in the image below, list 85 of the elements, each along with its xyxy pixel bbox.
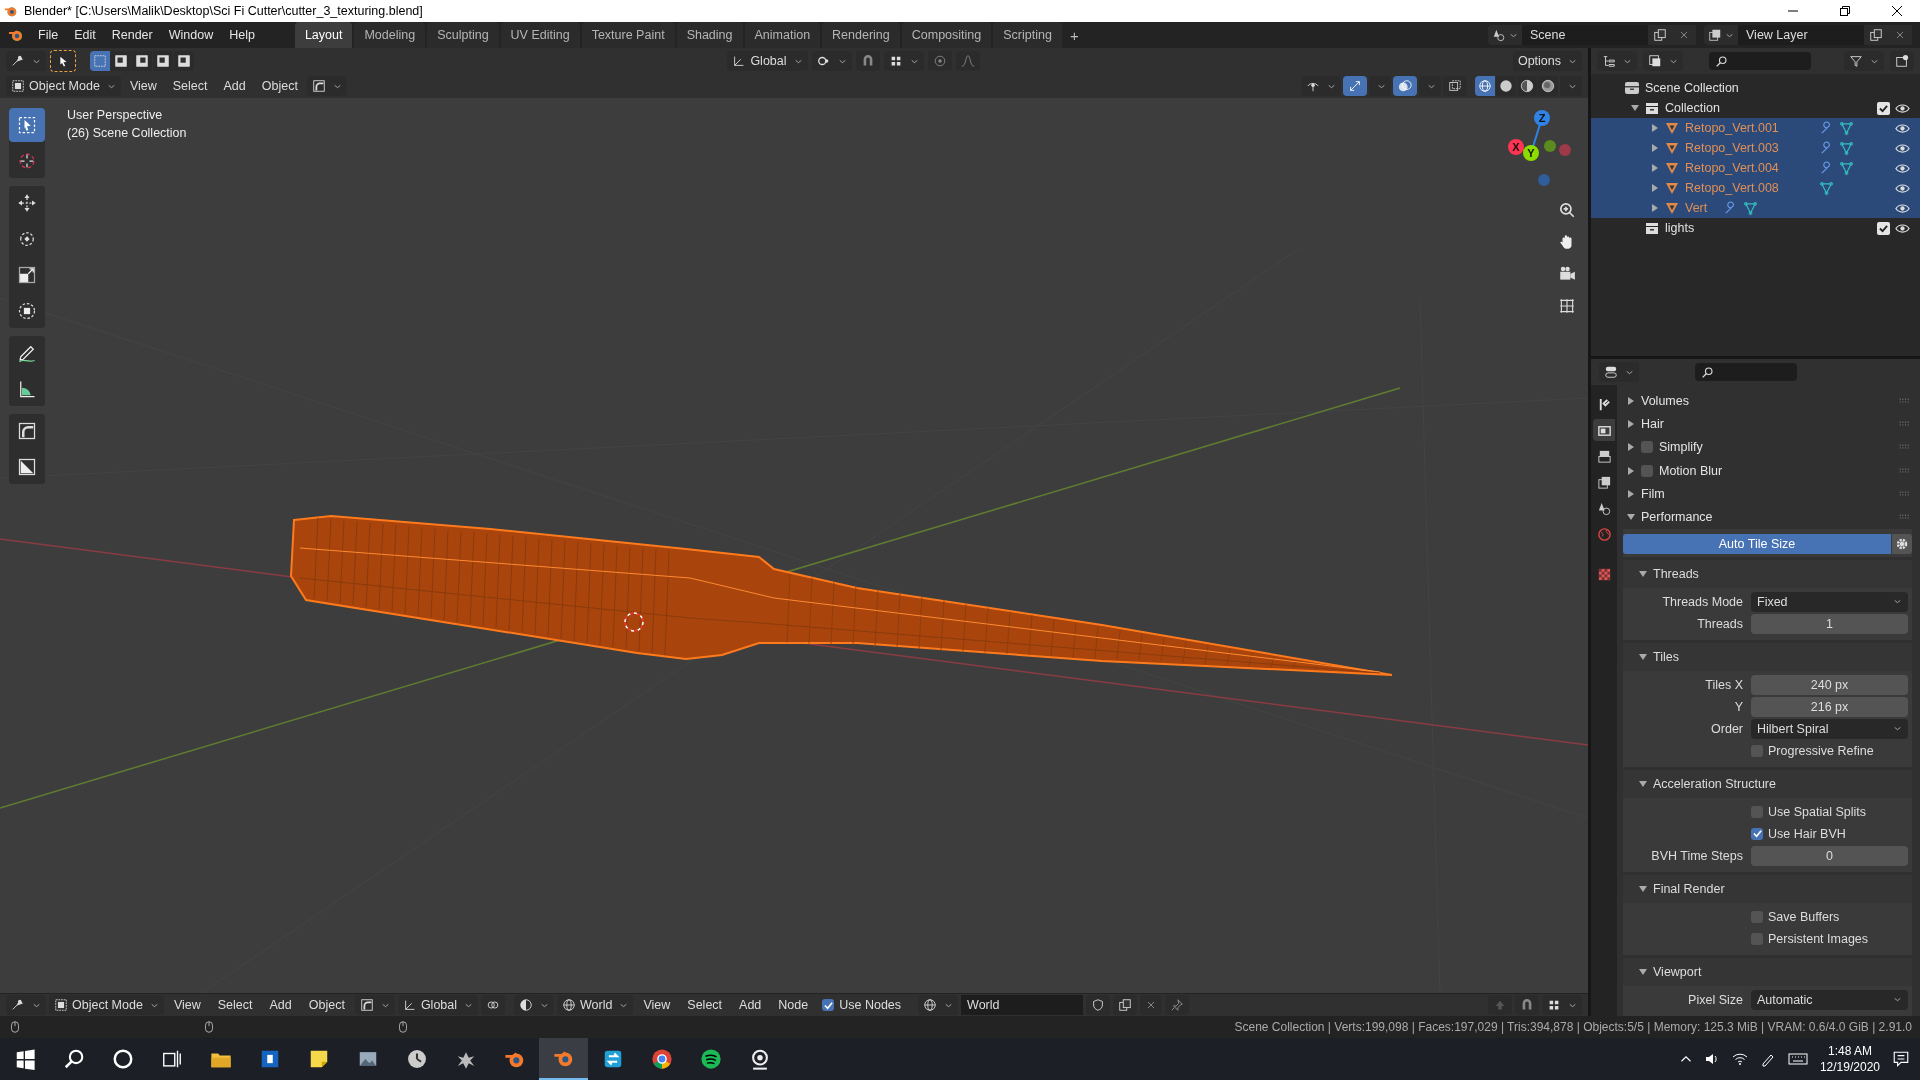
menu-item[interactable]: View (122, 76, 164, 96)
menu-item[interactable]: Node (771, 995, 816, 1015)
menu-item[interactable]: Select (680, 995, 730, 1015)
view-layer-field[interactable]: View Layer (1738, 25, 1864, 45)
number-field[interactable]: 216 px (1751, 696, 1908, 717)
number-field[interactable]: 240 px (1751, 674, 1908, 695)
subpanel-title[interactable]: Viewport (1653, 964, 1702, 979)
menu-item[interactable]: Window (160, 24, 222, 46)
panel-title[interactable]: Simplify (1659, 440, 1703, 455)
workspace-tab[interactable]: Animation (744, 22, 821, 48)
navigation-gizmo[interactable]: Z X Y (1508, 110, 1571, 186)
panel-title[interactable]: Performance (1641, 510, 1713, 525)
date-text: 12/19/2020 (1819, 1059, 1880, 1075)
menu-item[interactable]: Add (732, 995, 769, 1015)
status-text: Scene Collection | Verts:199,098 | Faces:197,029 | Tris:394,878 | Objects:5/5 | Memory: 125.3 MiB | VRAM: 0.6/4.0 GiB | 2.91.0 (1234, 1020, 1912, 1034)
outliner-item-label[interactable]: Collection (1665, 101, 1720, 115)
field-label: Threads Mode (1661, 594, 1744, 609)
subpanel-title[interactable]: Threads (1653, 566, 1699, 581)
clock[interactable]: 1:48 AM 12/19/2020 (1819, 1043, 1880, 1075)
field-label: Order (1710, 721, 1744, 736)
viewport-info-text: User Perspective (67, 108, 164, 122)
outliner-item-label[interactable]: lights (1665, 221, 1695, 235)
outliner-item-label[interactable]: Scene Collection (1645, 81, 1739, 95)
dropdown[interactable]: Fixed (1751, 591, 1908, 612)
workspace-tab[interactable]: Texture Paint (581, 22, 675, 48)
menu-item[interactable]: Help (221, 24, 263, 46)
outliner-item-label[interactable]: Retopo_Vert.003 (1685, 141, 1779, 155)
workspace-tab[interactable]: Modeling (354, 22, 426, 48)
checkbox-option[interactable]: Progressive Refine (1751, 743, 1874, 758)
orientation-dropdown[interactable]: Global (727, 51, 808, 71)
workspace-tab[interactable]: Layout (294, 22, 353, 48)
menu-item[interactable]: Render (103, 24, 161, 46)
mode-dropdown[interactable]: Object Mode (49, 995, 164, 1015)
menu-item[interactable]: Object (254, 76, 305, 96)
world-field[interactable]: World (961, 995, 1084, 1015)
workspace-tab[interactable]: UV Editing (500, 22, 580, 48)
menu-item[interactable]: Select (210, 995, 260, 1015)
field-label: BVH Time Steps (1650, 848, 1744, 863)
menu-item[interactable]: Edit (66, 24, 104, 46)
menu-item[interactable]: View (636, 995, 678, 1015)
workspace-tab[interactable]: Shading (676, 22, 743, 48)
viewport-info-text: (26) Scene Collection (67, 126, 187, 140)
panel-title[interactable]: Volumes (1641, 393, 1689, 408)
field-label: Tiles X (1704, 677, 1744, 692)
orientation-dropdown[interactable]: Global (397, 995, 479, 1015)
menu-item[interactable]: File (30, 24, 67, 46)
menu-item[interactable]: Add (216, 76, 253, 96)
panel-title[interactable]: Hair (1641, 417, 1664, 431)
checkbox-option[interactable]: Save Buffers (1751, 909, 1840, 924)
workspace-tab[interactable]: Sculpting (427, 22, 499, 48)
workspace-tab[interactable]: Scripting (993, 22, 1062, 48)
panel-title[interactable]: Motion Blur (1659, 463, 1723, 478)
auto-tile-size-button[interactable]: Auto Tile Size (1623, 533, 1891, 554)
outliner-item-label[interactable]: Retopo_Vert.001 (1685, 121, 1779, 135)
outliner-item-label[interactable]: Vert (1685, 201, 1708, 215)
panel-title[interactable]: Film (1641, 486, 1665, 501)
outliner-item-label[interactable]: Retopo_Vert.008 (1685, 181, 1779, 195)
use-nodes-checkbox[interactable]: Use Nodes (818, 998, 906, 1012)
add-workspace-button[interactable]: + (1061, 26, 1087, 44)
checkbox-option[interactable]: Use Spatial Splits (1751, 804, 1866, 819)
options-dropdown[interactable]: Options (1512, 51, 1582, 71)
window-title: Blender* [C:\Users\Malik\Desktop\Sci Fi Cutter\cutter_3_texturing.blend] (24, 4, 423, 18)
field-label: Threads (1696, 616, 1744, 631)
menu-item[interactable]: Add (262, 995, 299, 1015)
checkbox-option[interactable]: Use Hair BVH (1751, 826, 1846, 841)
scene-field[interactable]: Scene (1522, 25, 1648, 45)
time-text: 1:48 AM (1827, 1043, 1872, 1059)
number-field[interactable]: 0 (1751, 845, 1908, 866)
workspace-tab[interactable]: Rendering (822, 22, 900, 48)
checkbox-option[interactable]: Persistent Images (1751, 931, 1869, 946)
subpanel-title[interactable]: Acceleration Structure (1653, 776, 1776, 791)
subpanel-title[interactable]: Tiles (1653, 649, 1679, 664)
mode-dropdown[interactable]: Object Mode (6, 76, 121, 96)
workspace-tab[interactable]: Compositing (901, 22, 992, 48)
menu-item[interactable]: Select (165, 76, 215, 96)
field-label: Y (1733, 699, 1744, 714)
dropdown[interactable]: Hilbert Spiral (1751, 718, 1908, 739)
menu-item[interactable]: View (166, 995, 208, 1015)
dropdown[interactable]: Automatic (1751, 989, 1908, 1010)
field-label: Pixel Size (1687, 992, 1744, 1007)
number-field[interactable]: 1 (1751, 613, 1908, 634)
menu-item[interactable]: Object (301, 995, 352, 1015)
subpanel-title[interactable]: Final Render (1653, 881, 1725, 896)
outliner-item-label[interactable]: Retopo_Vert.004 (1685, 161, 1779, 175)
shader-type-dropdown[interactable]: World (557, 995, 634, 1015)
